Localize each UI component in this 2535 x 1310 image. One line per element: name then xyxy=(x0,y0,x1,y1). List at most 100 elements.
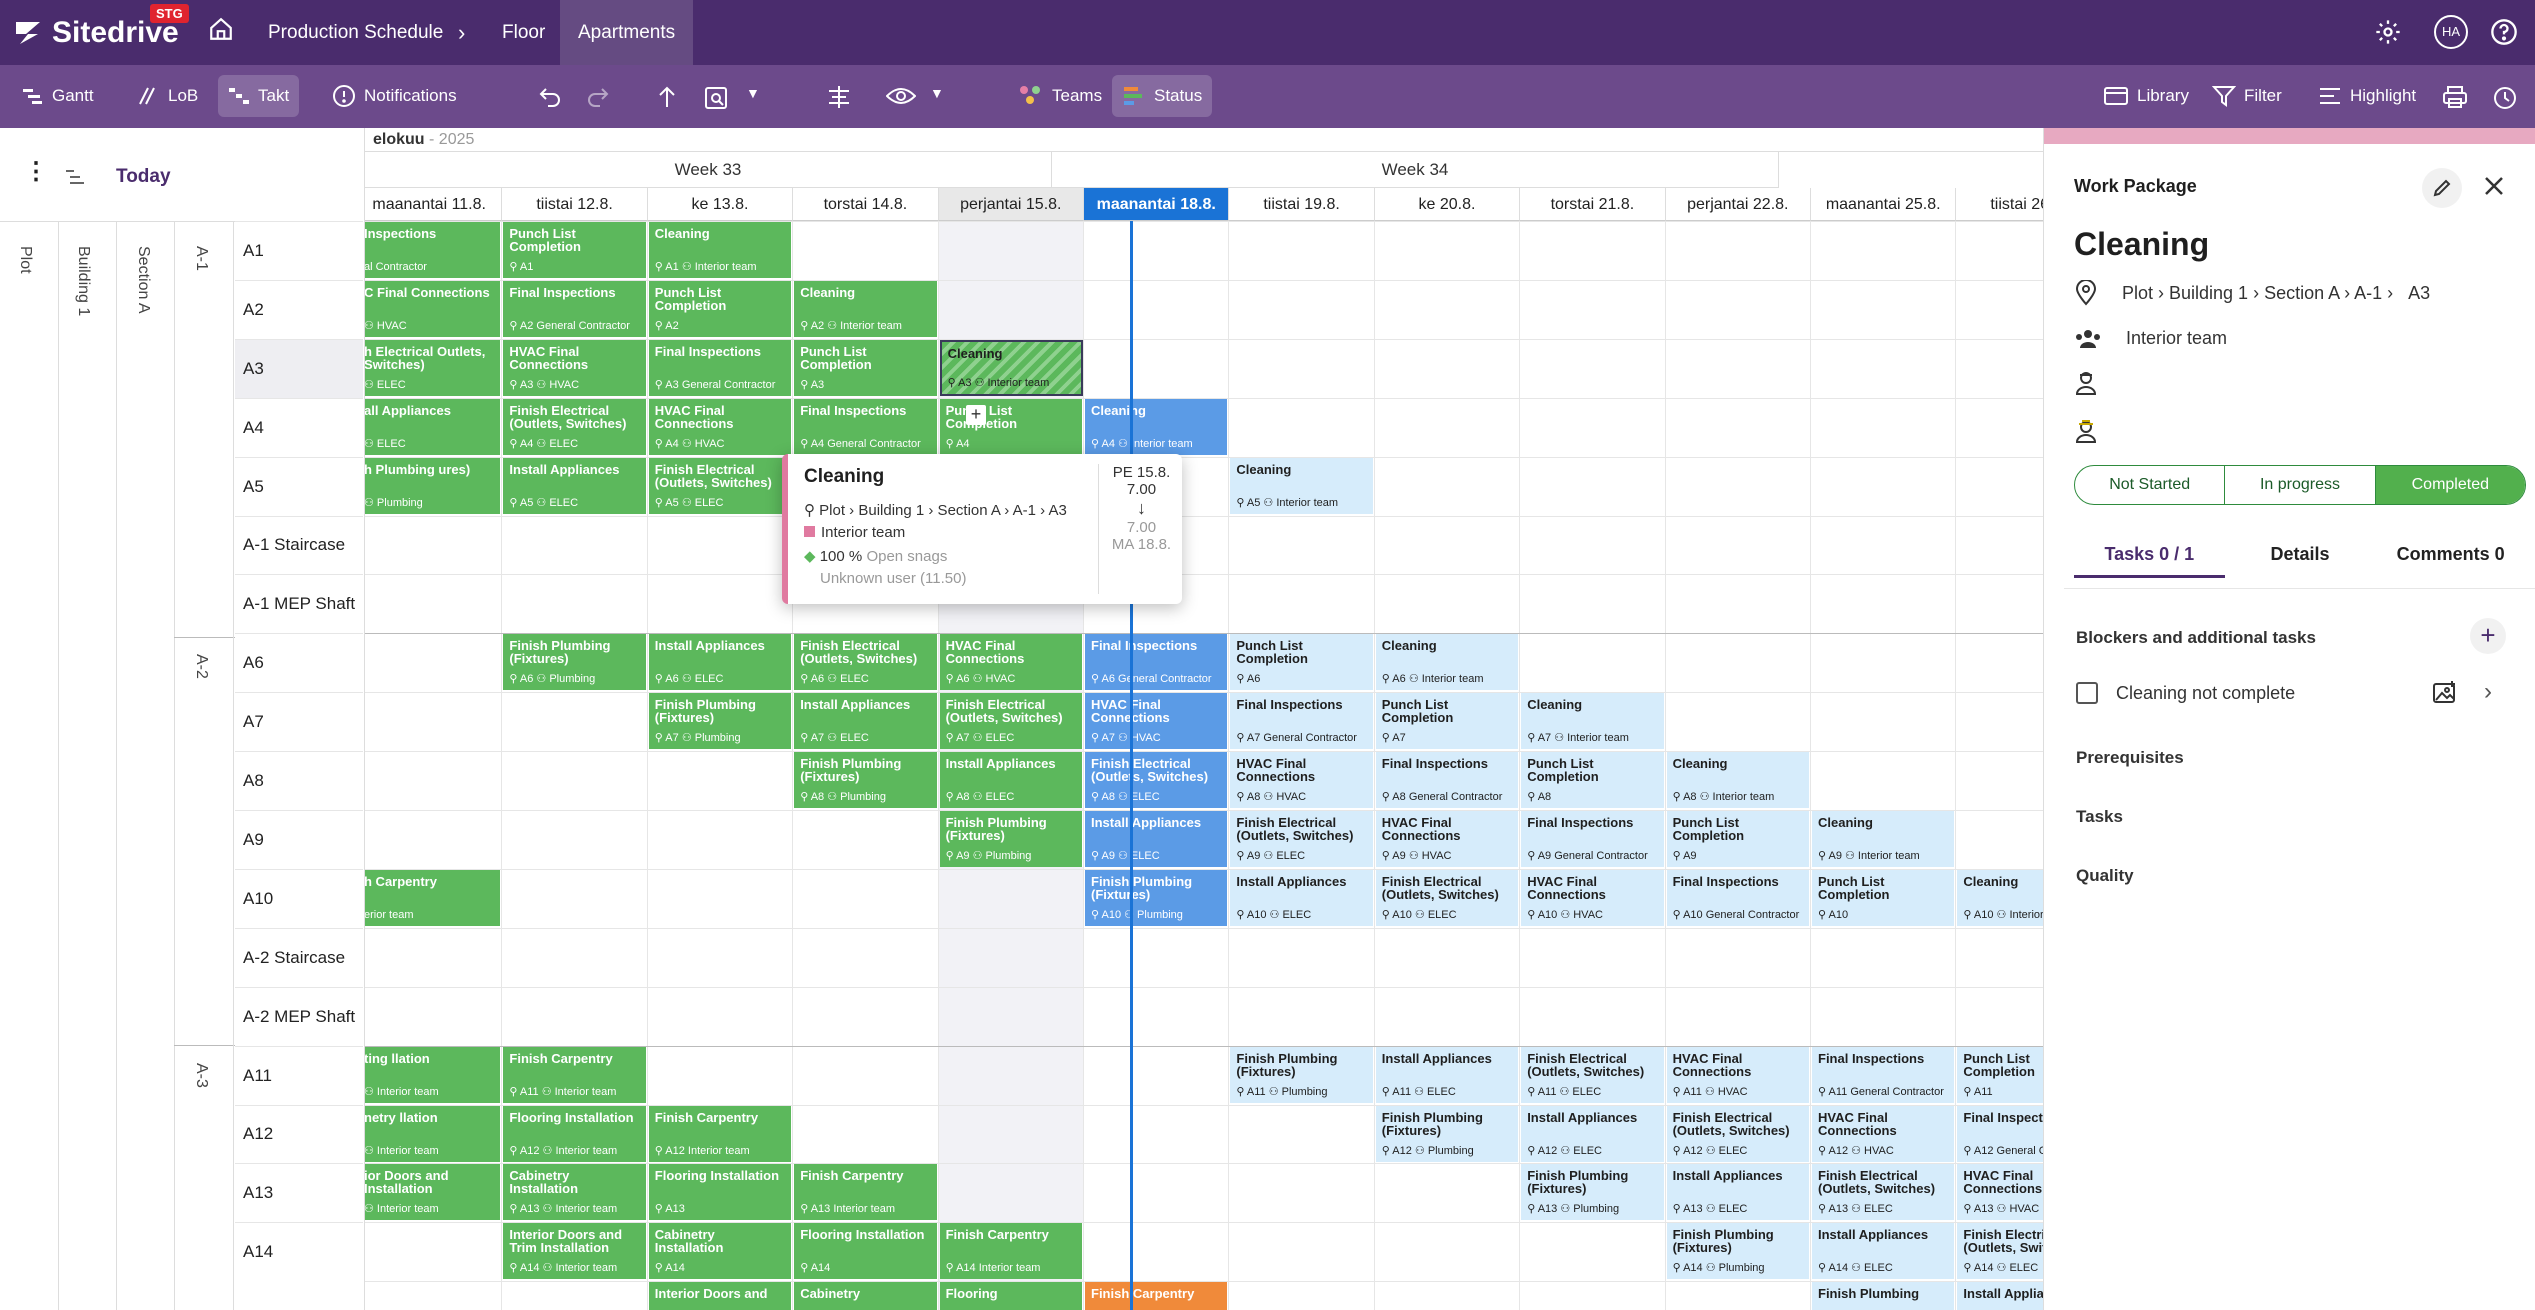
row-label[interactable]: A1 xyxy=(235,221,363,280)
work-package-card[interactable]: HVAC Final Connections ⚲ A10 ⚇ HVAC xyxy=(1521,869,1665,926)
work-package-card[interactable]: Install Appliances ⚲ A11 ⚇ ELEC xyxy=(1375,1046,1520,1103)
tab-details[interactable]: Details xyxy=(2225,538,2376,578)
work-package-card[interactable]: HVAC Final Connections ⚲ A4 ⚇ HVAC xyxy=(648,398,793,455)
notifications-button[interactable]: Notifications xyxy=(322,75,467,117)
work-package-card[interactable]: Interior Doors and xyxy=(648,1282,793,1310)
add-icon[interactable]: + xyxy=(966,405,986,425)
row-label[interactable]: A-1 MEP Shaft xyxy=(235,574,363,633)
lob-button[interactable]: LoB xyxy=(128,75,208,117)
work-package-card[interactable]: ting llation ⚇ Interior team xyxy=(365,1046,502,1103)
work-package-card[interactable]: Install Appliances ⚲ A6 ⚇ ELEC xyxy=(648,634,793,691)
work-package-card[interactable]: Cleaning ⚲ A6 ⚇ Interior team xyxy=(1375,634,1520,691)
row-label[interactable]: A4 xyxy=(235,397,363,457)
work-package-card[interactable]: Finish Plumbing xyxy=(1812,1282,1956,1310)
work-package-card[interactable]: Install Appliances ⚲ A13 ⚇ ELEC xyxy=(1666,1164,1810,1221)
tab-comments[interactable]: Comments 0 xyxy=(2375,538,2526,578)
work-package-card[interactable]: h Plumbing ures) ⚇ Plumbing xyxy=(365,457,502,514)
work-package-card[interactable]: Final Inspections ⚲ A7 General Contractor xyxy=(1230,693,1374,750)
edit-pencil-icon[interactable] xyxy=(2422,168,2462,208)
work-package-card[interactable]: Install Appliances ⚲ A9 ⚇ ELEC xyxy=(1085,811,1229,867)
collapse-tree-icon[interactable] xyxy=(64,168,88,193)
work-package-card[interactable]: Punch List Completion ⚲ A2 xyxy=(648,280,793,337)
work-package-card[interactable]: Flooring Installation ⚲ A14 xyxy=(794,1223,938,1280)
undo-icon[interactable] xyxy=(538,85,562,112)
tree-building-label[interactable]: Building 1 xyxy=(74,246,92,316)
work-package-card[interactable]: Final Inspections ⚲ A10 General Contracto… xyxy=(1666,869,1810,926)
work-package-card[interactable]: Punch List Completion⚲ A4 xyxy=(939,398,1083,455)
work-package-card[interactable]: Cleaning ⚲ A1 ⚇ Interior team xyxy=(648,222,793,278)
status-not-started[interactable]: Not Started xyxy=(2075,466,2226,504)
work-package-card[interactable]: Finish Electrical (Outlets, Switches) ⚲ A… xyxy=(1230,811,1374,867)
work-package-card[interactable]: HVAC Final Connections ⚲ A11 ⚇ HVAC xyxy=(1666,1046,1810,1103)
more-vertical-icon[interactable]: ⋮ xyxy=(24,160,48,184)
work-package-card[interactable]: Final Inspections ⚲ A9 General Contractor xyxy=(1521,811,1665,867)
work-package-card[interactable]: h Carpentry erior team xyxy=(365,869,502,926)
work-package-card[interactable]: Finish Electrical (Outlets, Switches) ⚲ A… xyxy=(1666,1105,1810,1162)
row-label[interactable]: A6 xyxy=(235,633,363,692)
work-package-card[interactable]: Finish Plumbing (Fixtures) ⚲ A10 ⚇ Plumbi… xyxy=(1085,869,1229,926)
work-package-card[interactable]: Finish Carpentry ⚲ A13 Interior team xyxy=(794,1164,938,1221)
prerequisites-heading[interactable]: Prerequisites xyxy=(2076,748,2184,768)
work-package-card[interactable]: HVAC Final Connections ⚲ A12 ⚇ HVAC xyxy=(1812,1105,1956,1162)
quality-heading[interactable]: Quality xyxy=(2076,866,2134,886)
work-package-card[interactable]: Final Inspections ⚲ A3 General Contractor xyxy=(648,339,793,396)
work-package-card[interactable]: Cleaning ⚲ A8 ⚇ Interior team xyxy=(1666,752,1810,809)
work-package-card[interactable]: Cleaning ⚲ A4 ⚇ Interior team xyxy=(1085,398,1229,455)
work-package-card[interactable]: Cabinetry Installation ⚲ A13 ⚇ Interior t… xyxy=(503,1164,647,1221)
library-button[interactable]: Library xyxy=(2093,75,2199,117)
responsible-person-icon[interactable] xyxy=(2074,370,2098,401)
work-package-card[interactable]: Finish Electrical (Outlets, Switche ⚲ A14… xyxy=(1957,1223,2043,1280)
breadcrumb-floor[interactable]: Floor xyxy=(502,0,545,65)
work-package-card[interactable]: Finish Electrical (Outlets, Switches) ⚲ A… xyxy=(939,693,1083,750)
work-package-card[interactable]: C Final Connections ⚇ HVAC xyxy=(365,280,502,337)
work-package-card[interactable]: Install Appliances ⚲ A10 ⚇ ELEC xyxy=(1230,869,1374,926)
work-package-card[interactable]: Finish Carpentry ⚲ A11 ⚇ Interior team xyxy=(503,1046,647,1103)
work-package-card[interactable]: Cleaning ⚲ A5 ⚇ Interior team xyxy=(1230,457,1374,514)
work-package-card[interactable]: Punch List Completion ⚲ A8 xyxy=(1521,752,1665,809)
help-icon[interactable] xyxy=(2490,18,2518,51)
work-package-card[interactable]: Final Inspections ⚲ A8 General Contractor xyxy=(1375,752,1520,809)
row-label[interactable]: A-2 MEP Shaft xyxy=(235,986,363,1046)
work-package-card[interactable]: Final Inspections ⚲ A11 General Contracto… xyxy=(1812,1046,1956,1103)
work-package-card[interactable]: Interior Doors and Trim Installation ⚲ A1… xyxy=(503,1223,647,1280)
tree-group-a1[interactable]: A-1 xyxy=(192,246,210,271)
work-package-card[interactable]: Cleaning ⚲ A10 ⚇ Interior team xyxy=(1957,869,2043,926)
tree-plot-label[interactable]: Plot xyxy=(16,246,34,274)
redo-icon[interactable] xyxy=(586,85,610,112)
tree-group-a2[interactable]: A-2 xyxy=(192,654,210,679)
work-package-card[interactable]: Finish Plumbing (Fixtures) ⚲ A13 ⚇ Plumbi… xyxy=(1521,1164,1665,1221)
work-package-card[interactable]: Flooring xyxy=(939,1282,1083,1310)
work-package-card[interactable]: Install Appliances xyxy=(1957,1282,2043,1310)
work-package-card[interactable]: Install Appliances ⚲ A8 ⚇ ELEC xyxy=(939,752,1083,809)
work-package-card[interactable]: h Electrical Outlets, Switches) ⚇ ELEC xyxy=(365,339,502,396)
chevron-down-icon[interactable]: ▼ xyxy=(746,85,760,101)
work-package-card[interactable]: Finish Electrical (Outlets, Switches) ⚲ A… xyxy=(1085,752,1229,809)
work-package-card[interactable]: Punch List Completion ⚲ A11 xyxy=(1957,1046,2043,1103)
breadcrumb-apartments[interactable]: Apartments xyxy=(560,0,694,65)
work-package-card[interactable]: netry llation ⚇ Interior team xyxy=(365,1105,502,1162)
home-icon[interactable] xyxy=(208,16,234,47)
work-package-card[interactable]: Cleaning ⚲ A7 ⚇ Interior team xyxy=(1521,693,1665,750)
work-package-card[interactable]: HVAC Final Connections ⚲ A8 ⚇ HVAC xyxy=(1230,752,1374,809)
row-label[interactable]: A7 xyxy=(235,692,363,751)
row-label[interactable]: A10 xyxy=(235,868,363,928)
work-package-card[interactable]: Install Appliances ⚲ A7 ⚇ ELEC xyxy=(794,693,938,750)
row-label[interactable]: A13 xyxy=(235,1163,363,1222)
row-label[interactable]: A5 xyxy=(235,456,363,516)
work-package-card[interactable]: HVAC Final Connections ⚲ A9 ⚇ HVAC xyxy=(1375,811,1520,867)
align-center-icon[interactable] xyxy=(826,85,852,114)
work-package-card[interactable]: Finish Electrical (Outlets, Switches) ⚲ A… xyxy=(794,634,938,691)
row-label[interactable]: A-2 Staircase xyxy=(235,927,363,987)
eye-icon[interactable] xyxy=(885,85,917,112)
work-package-card[interactable]: Finish Plumbing (Fixtures) ⚲ A9 ⚇ Plumbin… xyxy=(939,811,1083,867)
work-package-card[interactable]: ior Doors and Installation ⚇ Interior tea… xyxy=(365,1164,502,1221)
row-label[interactable]: A2 xyxy=(235,279,363,339)
work-package-card[interactable]: Finish Electrical (Outlets, Switches) ⚲ A… xyxy=(648,457,793,514)
gantt-button[interactable]: Gantt xyxy=(12,75,104,117)
work-package-card[interactable]: Install Appliances ⚲ A5 ⚇ ELEC xyxy=(503,457,647,514)
work-package-card[interactable]: Finish Electrical (Outlets, Switches) ⚲ A… xyxy=(1812,1164,1956,1221)
filter-button[interactable]: Filter xyxy=(2202,75,2292,117)
row-label[interactable]: A14 xyxy=(235,1222,363,1281)
work-package-card[interactable]: Final Inspections ⚲ A4 General Contractor xyxy=(794,398,938,455)
work-package-card[interactable]: Punch List Completion ⚲ A9 xyxy=(1666,811,1810,867)
